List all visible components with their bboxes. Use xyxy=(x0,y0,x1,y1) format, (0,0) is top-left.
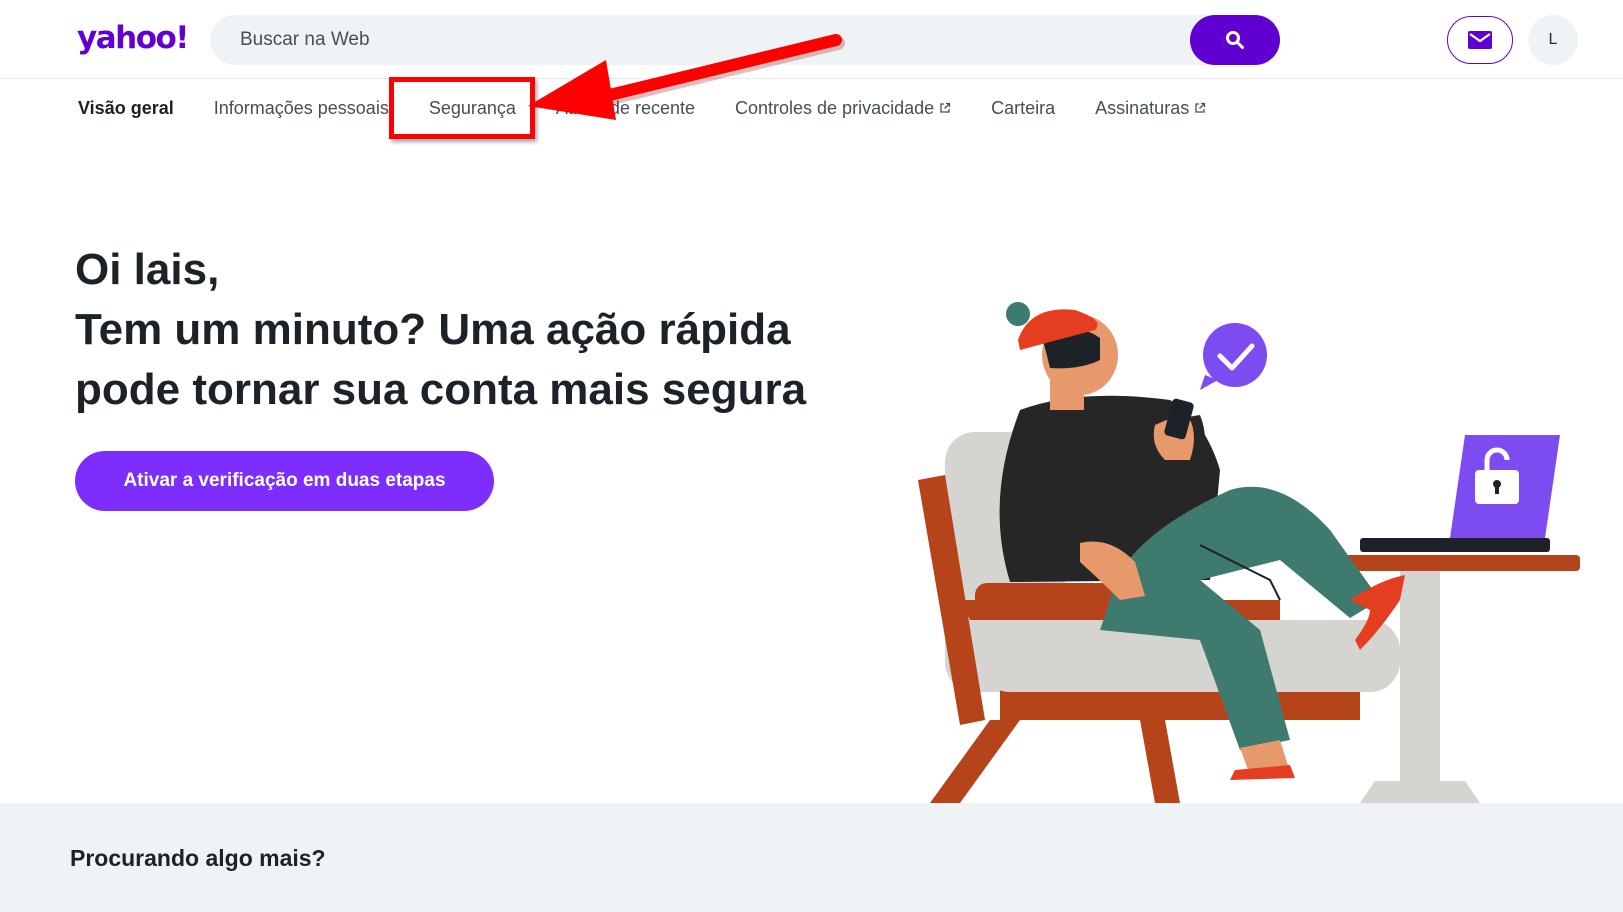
enable-two-step-button[interactable]: Ativar a verificação em duas etapas xyxy=(75,451,494,511)
yahoo-logo[interactable]: yahoo! xyxy=(77,20,189,56)
search-input[interactable] xyxy=(240,15,1140,65)
external-link-icon xyxy=(1195,102,1206,113)
hero-heading: Oi lais, Tem um minuto? Uma ação rápida … xyxy=(75,240,875,420)
security-illustration xyxy=(918,302,1580,803)
mail-icon xyxy=(1468,31,1492,49)
tab-informacoes-pessoais[interactable]: Informações pessoais xyxy=(214,96,389,120)
annotation-highlight-box xyxy=(389,77,535,139)
tab-controles-de-privacidade[interactable]: Controles de privacidade xyxy=(735,96,951,120)
mail-button[interactable] xyxy=(1447,16,1513,64)
search-button[interactable] xyxy=(1190,15,1280,65)
tab-assinaturas[interactable]: Assinaturas xyxy=(1095,96,1206,120)
tab-label: Assinaturas xyxy=(1095,97,1190,118)
hero-line-3: pode tornar sua conta mais segura xyxy=(75,365,807,414)
user-avatar[interactable]: L xyxy=(1528,15,1578,65)
tab-carteira[interactable]: Carteira xyxy=(991,96,1055,120)
hero-line-2: Tem um minuto? Uma ação rápida xyxy=(75,305,791,354)
external-link-icon xyxy=(940,102,951,113)
top-header: yahoo! L xyxy=(0,0,1623,79)
footer-section: Procurando algo mais? xyxy=(0,803,1623,912)
search-icon xyxy=(1226,31,1244,49)
account-nav: Visão geral Informações pessoais Seguran… xyxy=(78,96,1246,120)
footer-title: Procurando algo mais? xyxy=(70,845,326,871)
hero-greeting: Oi lais, xyxy=(75,245,220,294)
tab-visao-geral[interactable]: Visão geral xyxy=(78,96,174,120)
search-bar xyxy=(210,15,1280,65)
tab-label: Controles de privacidade xyxy=(735,97,935,118)
tab-atividade-recente[interactable]: Atividade recente xyxy=(556,96,695,120)
